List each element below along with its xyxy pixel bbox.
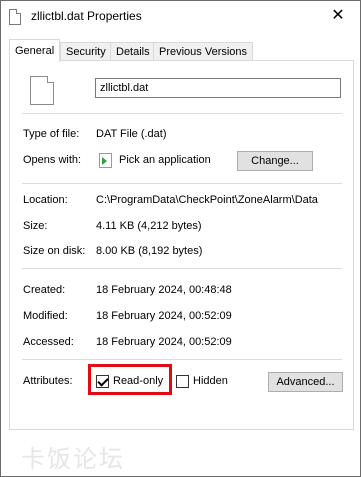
open-with-icon — [99, 153, 112, 168]
divider — [22, 183, 342, 184]
divider — [22, 113, 342, 114]
change-button[interactable]: Change... — [237, 151, 313, 171]
title-bar: zllictbl.dat Properties ✕ — [1, 1, 360, 33]
divider — [22, 359, 342, 360]
properties-window: zllictbl.dat Properties ✕ General Securi… — [0, 0, 361, 477]
accessed-value: 18 February 2024, 00:52:09 — [96, 336, 232, 348]
file-name-input[interactable]: zllictbl.dat — [95, 78, 341, 98]
hidden-label[interactable]: Hidden — [193, 375, 228, 387]
created-label: Created: — [23, 284, 66, 296]
read-only-highlight — [88, 364, 172, 395]
type-of-file-label: Type of file: — [23, 128, 80, 140]
modified-label: Modified: — [23, 310, 68, 322]
accessed-label: Accessed: — [23, 336, 74, 348]
location-value: C:\ProgramData\CheckPoint\ZoneAlarm\Data — [96, 194, 318, 206]
watermark: 卡饭论坛 — [21, 445, 125, 473]
divider — [22, 268, 342, 269]
location-label: Location: — [23, 194, 68, 206]
close-icon[interactable]: ✕ — [316, 1, 360, 31]
created-value: 18 February 2024, 00:48:48 — [96, 284, 232, 296]
size-on-disk-label: Size on disk: — [23, 245, 86, 257]
hidden-checkbox[interactable] — [176, 375, 189, 388]
opens-with-label: Opens with: — [23, 154, 82, 166]
size-value: 4.11 KB (4,212 bytes) — [96, 220, 202, 232]
modified-value: 18 February 2024, 00:52:09 — [96, 310, 232, 322]
type-of-file-value: DAT File (.dat) — [96, 128, 167, 140]
tab-details[interactable]: Details — [110, 42, 156, 61]
size-label: Size: — [23, 220, 48, 232]
advanced-button[interactable]: Advanced... — [268, 372, 343, 392]
attributes-label: Attributes: — [23, 375, 73, 387]
opens-with-value: Pick an application — [119, 154, 211, 166]
tab-previous-versions[interactable]: Previous Versions — [153, 42, 254, 61]
window-title: zllictbl.dat Properties — [31, 9, 142, 23]
document-icon — [30, 76, 54, 105]
tab-general[interactable]: General — [9, 39, 61, 62]
tab-bar: General Security Details Previous Versio… — [9, 39, 354, 62]
general-panel: zllictbl.dat Type of file: DAT File (.da… — [9, 60, 354, 430]
tab-security[interactable]: Security — [60, 42, 112, 61]
size-on-disk-value: 8.00 KB (8,192 bytes) — [96, 245, 203, 257]
file-icon — [9, 9, 21, 25]
